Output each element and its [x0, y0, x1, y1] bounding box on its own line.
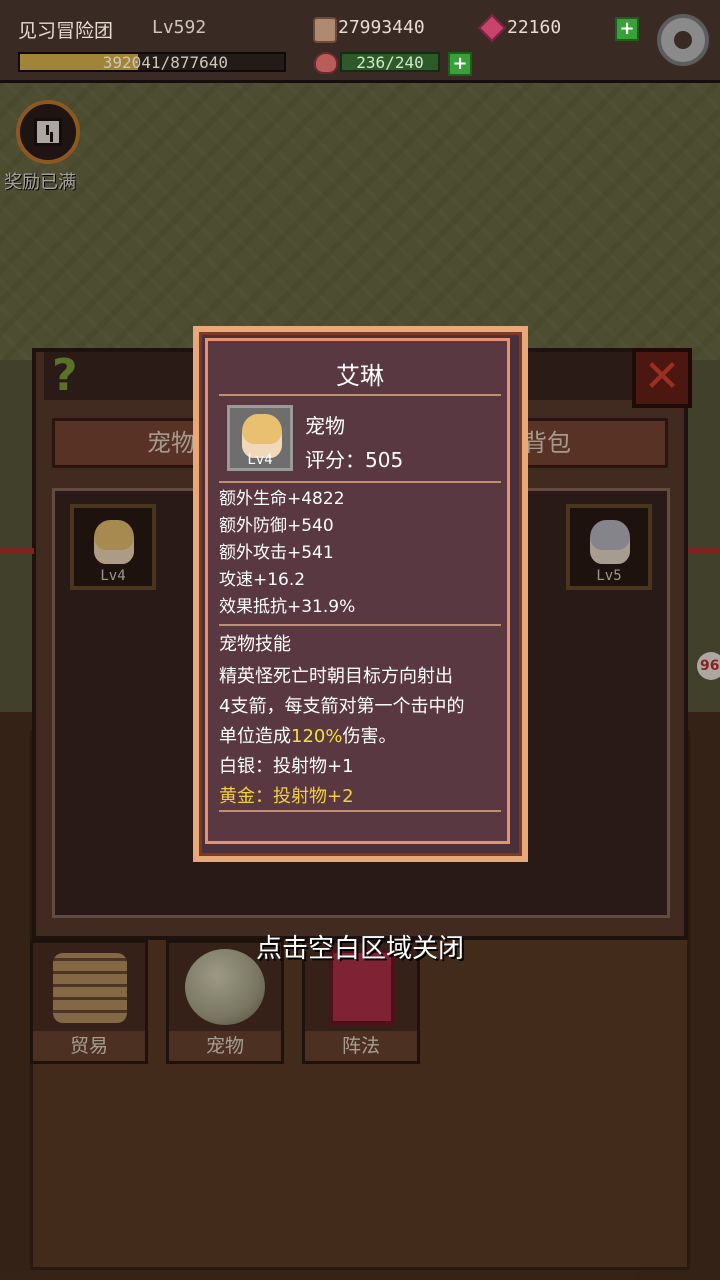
skill-text: 单位造成	[219, 726, 291, 747]
coin-count: 27993440	[338, 17, 425, 38]
pet-name: 艾琳	[336, 362, 384, 390]
stat-line: 额外攻击+541	[219, 543, 334, 563]
gem-icon	[477, 13, 507, 43]
player-level: Lv592	[152, 17, 207, 38]
skill-description: 4支箭，每支箭对第一个击中的	[219, 696, 465, 717]
pet-score: 评分：505	[305, 448, 404, 472]
skill-text: 伤害。	[342, 726, 397, 747]
pet-icon: Lv4	[227, 405, 293, 471]
coin-icon	[313, 17, 337, 43]
team-name: 见习冒险团	[18, 20, 114, 42]
gem-count: 22160	[507, 17, 562, 38]
divider	[219, 624, 501, 626]
stat-line: 额外防御+540	[219, 516, 334, 536]
divider	[219, 394, 501, 396]
top-bar: 见习冒险团 Lv592 27993440 22160 + 392041/8776…	[0, 0, 720, 83]
add-gems-button[interactable]: +	[615, 17, 639, 41]
divider	[219, 810, 501, 812]
pet-type: 宠物	[305, 414, 345, 438]
silver-bonus: 白银：投射物+1	[219, 756, 354, 777]
skill-highlight: 120%	[291, 726, 343, 747]
gear-icon[interactable]	[657, 14, 709, 66]
stamina-count: 236/240	[340, 52, 440, 72]
skill-title: 宠物技能	[219, 634, 291, 655]
divider	[219, 481, 501, 483]
stat-line: 额外生命+4822	[219, 489, 345, 509]
stat-line: 效果抵抗+31.9%	[219, 597, 356, 617]
tap-to-close-hint: 点击空白区域关闭	[255, 934, 464, 964]
meat-icon	[314, 52, 338, 74]
stat-line: 攻速+16.2	[219, 570, 306, 590]
exp-text: 392041/877640	[102, 53, 228, 72]
gold-bonus: 黄金：投射物+2	[219, 786, 354, 807]
skill-description: 精英怪死亡时朝目标方向射出	[219, 666, 453, 687]
add-stamina-button[interactable]: +	[448, 52, 472, 76]
exp-bar: 392041/877640	[18, 52, 286, 72]
pet-icon-level: Lv4	[247, 452, 273, 468]
skill-description: 单位造成120%伤害。	[219, 722, 396, 748]
